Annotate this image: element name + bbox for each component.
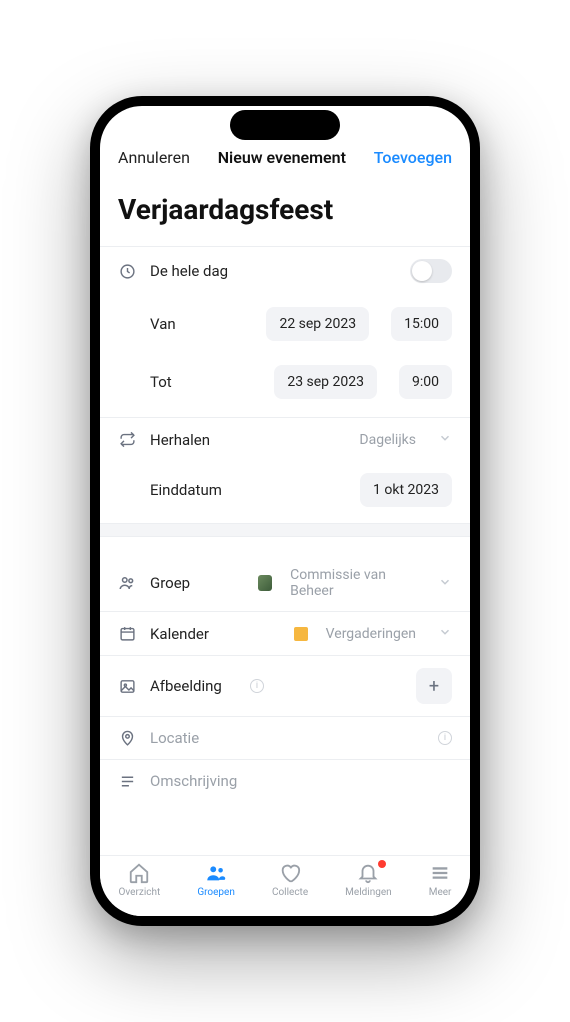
clock-icon [118,262,136,280]
calendar-row[interactable]: Kalender Vergaderingen [100,611,470,655]
groups-icon [205,862,227,884]
from-label: Van [150,315,230,333]
phone-screen: Annuleren Nieuw evenement Toevoegen Verj… [100,106,470,916]
to-label: Tot [150,373,230,391]
calendar-icon [118,625,136,643]
chevron-down-icon [438,574,452,593]
group-row[interactable]: Groep Commissie van Beheer [100,555,470,611]
from-row: Van 22 sep 2023 15:00 [100,295,470,353]
repeat-label: Herhalen [150,431,230,449]
info-icon[interactable]: i [438,731,452,745]
section-divider [100,523,470,537]
repeat-row[interactable]: Herhalen Dagelijks [100,417,470,461]
to-time-picker[interactable]: 9:00 [399,365,452,399]
cancel-button[interactable]: Annuleren [118,148,190,167]
tab-label: Overzicht [119,887,161,898]
description-row[interactable]: Omschrijving [100,759,470,802]
repeat-icon [118,431,136,449]
bell-icon [357,862,379,884]
tab-groups[interactable]: Groepen [197,862,235,898]
location-row[interactable]: Locatie i [100,716,470,759]
group-label: Groep [150,574,230,592]
menu-icon [429,862,451,884]
enddate-picker[interactable]: 1 okt 2023 [360,473,452,507]
page-title: Nieuw evenement [218,148,346,167]
tab-label: Meldingen [345,887,392,898]
to-date-picker[interactable]: 23 sep 2023 [274,365,377,399]
tab-label: Collecte [272,887,308,898]
add-image-button[interactable]: + [416,668,452,704]
tab-overview[interactable]: Overzicht [119,862,161,898]
heart-icon [279,862,301,884]
repeat-value: Dagelijks [359,432,416,448]
chevron-down-icon [438,624,452,643]
calendar-label: Kalender [150,625,230,643]
group-icon [118,574,136,592]
allday-row: De hele dag [100,247,470,295]
calendar-color-swatch [294,627,308,641]
image-row: Afbeelding i + [100,655,470,716]
group-value: Commissie van Beheer [290,567,416,599]
location-label: Locatie [150,729,199,747]
tab-notifications[interactable]: Meldingen [345,862,392,898]
tab-collect[interactable]: Collecte [272,862,308,898]
image-icon [118,677,136,695]
description-icon [118,772,136,790]
calendar-value: Vergaderingen [326,626,416,642]
phone-notch [230,110,340,140]
to-row: Tot 23 sep 2023 9:00 [100,353,470,411]
description-label: Omschrijving [150,772,237,790]
tab-bar: Overzicht Groepen Collecte Meldingen [100,855,470,916]
allday-toggle[interactable] [410,259,452,283]
enddate-label: Einddatum [150,481,230,499]
home-icon [128,862,150,884]
notification-badge [378,860,386,868]
phone-frame: Annuleren Nieuw evenement Toevoegen Verj… [90,96,480,926]
image-label: Afbeelding [150,677,230,695]
tab-more[interactable]: Meer [429,862,452,898]
info-icon[interactable]: i [250,679,264,693]
form-content: Verjaardagsfeest De hele dag Van 22 sep … [100,181,470,855]
chevron-down-icon [438,430,452,449]
location-icon [118,729,136,747]
event-title-input[interactable]: Verjaardagsfeest [100,181,470,246]
from-time-picker[interactable]: 15:00 [391,307,452,341]
allday-label: De hele dag [150,262,230,280]
add-button[interactable]: Toevoegen [374,148,452,167]
tab-label: Groepen [197,887,235,898]
from-date-picker[interactable]: 22 sep 2023 [266,307,369,341]
enddate-row: Einddatum 1 okt 2023 [100,461,470,519]
tab-label: Meer [429,887,452,898]
group-avatar [258,575,272,591]
